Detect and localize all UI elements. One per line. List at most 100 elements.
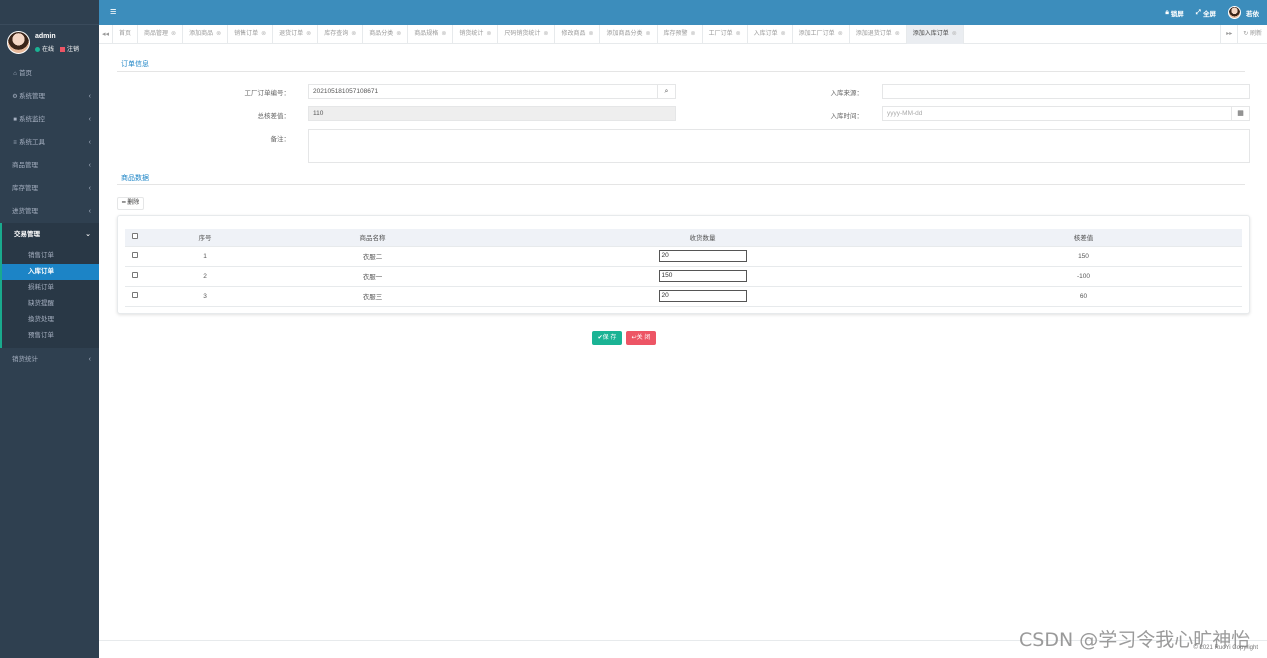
tab-list: 首页 商品管理 ⊗ 添加商品 ⊗ 销售订单 ⊗ 退货订单 ⊗ 库存查询 ⊗ 商品分类 ⊗ 商… [113,25,964,44]
tab-scroll-right-icon[interactable]: ▸▸ [1220,25,1237,44]
submenu-item-shortage-alert[interactable]: 缺货提醒 [2,296,99,312]
sidebar-item-inventory[interactable]: 库存管理 ‹ [0,177,99,200]
tab-sales-order[interactable]: 销售订单 ⊗ [228,25,274,44]
tab-close-icon[interactable]: ⊗ [306,31,311,37]
time-input[interactable]: yyyy-MM-dd [882,106,1232,121]
close-button[interactable]: ↩关 闭 [626,331,656,345]
tab-goods-spec[interactable]: 商品规格 ⊗ [408,25,454,44]
lock-screen-button[interactable]: 🔒︎ 锁屏 [1165,8,1183,18]
save-button[interactable]: ✔保 存 [592,331,622,345]
sidebar-item-purchase[interactable]: 进货管理 ‹ [0,200,99,223]
tab-goods-category[interactable]: 商品分类 ⊗ [363,25,409,44]
tab-label: 添加退货订单 [855,31,892,37]
user-label: 若依 [1246,10,1259,18]
delete-button[interactable]: ━ 删除 [117,197,145,210]
avatar[interactable] [7,31,30,54]
tab-add-goods[interactable]: 添加商品 ⊗ [183,25,229,44]
tab-inventory-query[interactable]: 库存查询 ⊗ [318,25,364,44]
fullscreen-label: 全屏 [1203,10,1216,18]
factory-order-label: 工厂订单编号： [244,90,291,97]
tab-size-sales-stats[interactable]: 尺码销货统计 ⊗ [498,25,556,44]
tab-factory-order[interactable]: 工厂订单 ⊗ [703,25,748,44]
tab-label: 退货订单 [279,31,304,37]
note-label: 备注： [270,136,291,143]
tab-close-icon[interactable]: ⊗ [216,31,221,37]
qty-input[interactable]: 20 [658,290,747,302]
tab-close-icon[interactable]: ⊗ [588,31,593,37]
row-index: 1 [145,246,265,267]
source-input[interactable] [882,84,1250,99]
fullscreen-button[interactable]: ⤢ 全屏 [1196,8,1216,18]
minus-icon: ━ [122,200,126,206]
note-textarea[interactable] [308,129,1250,163]
menu-toggle-icon[interactable]: ≡ [110,6,116,18]
tab-sales-stats[interactable]: 销货统计 ⊗ [453,25,499,44]
calendar-icon[interactable]: ▦ [1231,106,1250,121]
row-qty-cell: 20 [480,286,925,307]
tab-scroll-left-icon[interactable]: ◂◂ [99,25,113,44]
tab-close-icon[interactable]: ⊗ [171,31,176,37]
submenu-item-presale-order[interactable]: 预售订单 [2,328,99,344]
tab-add-return-order[interactable]: 添加退货订单 ⊗ [850,25,907,44]
tab-stock-warning[interactable]: 库存预警 ⊗ [658,25,703,44]
tab-label: 修改商品 [561,31,586,37]
tab-close-icon[interactable]: ⊗ [261,31,266,37]
header-actions: 🔒︎ 锁屏 ⤢ 全屏 若依 [1165,0,1259,25]
tab-label: 入库订单 [753,31,778,37]
sidebar-item-monitor[interactable]: ■ 系统监控 ‹ [0,108,99,131]
submenu-item-sales-order[interactable]: 销售订单 [2,248,99,264]
sidebar-item-label: 首页 [19,70,32,77]
sidebar-item-trade[interactable]: 交易管理 ⌄ [0,223,99,246]
tab-label: 添加工厂订单 [798,31,835,37]
submenu-item-stock-in-order[interactable]: 入库订单 [2,264,99,280]
submenu-item-exchange[interactable]: 換货处理 [2,312,99,328]
search-icon[interactable]: ⌕ [657,84,676,99]
tab-close-icon[interactable]: ⊗ [838,31,843,37]
row-checkbox[interactable] [132,292,138,298]
tab-edit-goods[interactable]: 修改商品 ⊗ [555,25,601,44]
sidebar-item-tools[interactable]: ≡ 系统工具 ‹ [0,131,99,154]
refresh-icon: ↻ [1243,31,1249,37]
table-row[interactable]: 1 衣服二 20 150 [125,246,1242,267]
section-divider [117,71,1245,72]
tab-stock-in-order[interactable]: 入库订单 ⊗ [748,25,793,44]
row-checkbox[interactable] [132,252,138,258]
refresh-button[interactable]: ↻ 刷新 [1237,25,1267,44]
tab-close-icon[interactable]: ⊗ [646,31,651,37]
tab-close-icon[interactable]: ⊗ [781,31,786,37]
tab-add-goods-category[interactable]: 添加商品分类 ⊗ [600,25,658,44]
tab-close-icon[interactable]: ⊗ [952,31,957,37]
select-all-checkbox[interactable] [132,233,138,240]
qty-input[interactable]: 150 [658,270,747,282]
factory-order-input[interactable]: 202105181057108671 [308,84,658,99]
submenu-item-loss-order[interactable]: 损耗订单 [2,280,99,296]
sidebar-top [0,0,99,25]
row-select-cell [125,266,145,287]
sidebar-item-label: 系统监控 [19,116,45,123]
tab-close-icon[interactable]: ⊗ [736,31,741,37]
tab-home[interactable]: 首页 [113,25,139,44]
tab-return-order[interactable]: 退货订单 ⊗ [273,25,319,44]
tab-close-icon[interactable]: ⊗ [486,31,491,37]
logout-icon[interactable] [60,46,66,52]
sidebar-item-home[interactable]: ⌂ 首页 [0,62,99,85]
tab-goods-manage[interactable]: 商品管理 ⊗ [138,25,184,44]
table-row[interactable]: 3 衣服三 20 60 [125,286,1242,307]
tab-close-icon[interactable]: ⊗ [895,31,900,37]
table-row[interactable]: 2 衣服一 150 -100 [125,266,1242,287]
sidebar-item-sales-stats[interactable]: 销货统计 ‹ [0,348,99,371]
qty-input[interactable]: 20 [658,250,747,262]
sidebar-item-system[interactable]: ⚙系统管理 ‹ [0,85,99,108]
tab-close-icon[interactable]: ⊗ [543,31,548,37]
tab-add-stock-in-order[interactable]: 添加入库订单 ⊗ [906,25,964,44]
tab-close-icon[interactable]: ⊗ [691,31,696,37]
tab-close-icon[interactable]: ⊗ [396,31,401,37]
tab-add-factory-order[interactable]: 添加工厂订单 ⊗ [793,25,850,44]
user-menu[interactable]: 若依 [1228,6,1259,19]
sidebar-item-goods[interactable]: 商品管理 ‹ [0,154,99,177]
tab-close-icon[interactable]: ⊗ [351,31,356,37]
logout-link[interactable]: 注销 [67,47,79,53]
tab-close-icon[interactable]: ⊗ [441,31,446,37]
status-online: 在线 [42,47,55,53]
row-checkbox[interactable] [132,272,138,278]
